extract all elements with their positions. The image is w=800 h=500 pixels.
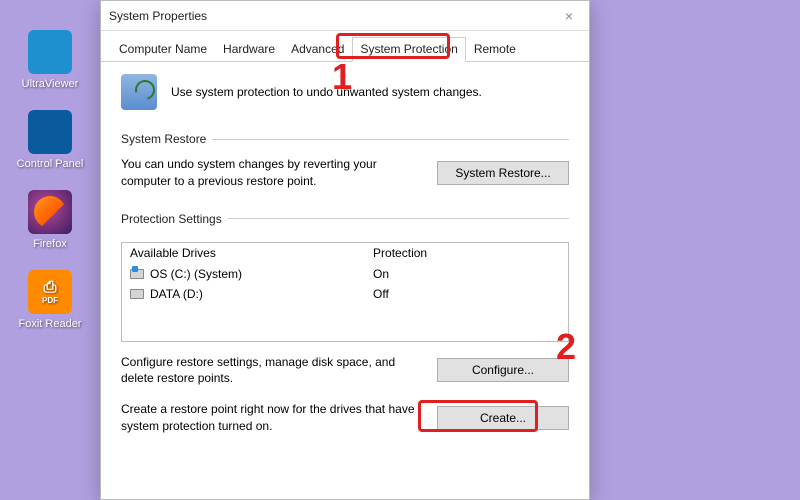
window-title: System Properties	[109, 9, 557, 23]
foxit-icon: ⎙PDF	[28, 270, 72, 314]
drives-header: Available Drives Protection	[122, 243, 568, 264]
system-properties-window: System Properties × Computer Name Hardwa…	[100, 0, 590, 500]
col-available-drives: Available Drives	[130, 246, 373, 260]
tab-hardware[interactable]: Hardware	[215, 37, 283, 61]
drive-name: OS (C:) (System)	[150, 267, 242, 281]
protection-settings-legend: Protection Settings	[121, 212, 228, 226]
firefox-icon	[28, 190, 72, 234]
tab-system-protection[interactable]: System Protection	[352, 37, 465, 62]
drive-row-data[interactable]: DATA (D:) Off	[122, 284, 568, 304]
drive-icon	[130, 269, 144, 279]
desktop-icon-ultraviewer[interactable]: UltraViewer	[10, 30, 90, 90]
desktop-icon-firefox[interactable]: Firefox	[10, 190, 90, 250]
system-protection-icon	[121, 74, 157, 110]
drive-status: On	[373, 267, 560, 281]
restore-desc: You can undo system changes by reverting…	[121, 156, 421, 190]
close-icon[interactable]: ×	[557, 7, 581, 25]
titlebar[interactable]: System Properties ×	[101, 1, 589, 31]
desktop-icon-control-panel[interactable]: Control Panel	[10, 110, 90, 170]
desktop-icon-label: Foxit Reader	[19, 318, 82, 330]
drive-status: Off	[373, 287, 560, 301]
desktop: UltraViewer Control Panel Firefox ⎙PDF F…	[0, 0, 100, 500]
desktop-icon-label: Firefox	[33, 238, 67, 250]
desktop-icon-label: Control Panel	[17, 158, 84, 170]
ultraviewer-icon	[28, 30, 72, 74]
configure-desc: Configure restore settings, manage disk …	[121, 354, 421, 388]
tab-advanced[interactable]: Advanced	[283, 37, 352, 61]
intro-row: Use system protection to undo unwanted s…	[121, 74, 569, 110]
system-restore-legend: System Restore	[121, 132, 212, 146]
tab-strip: Computer Name Hardware Advanced System P…	[101, 31, 589, 62]
desktop-icon-foxit[interactable]: ⎙PDF Foxit Reader	[10, 270, 90, 330]
desktop-icon-label: UltraViewer	[22, 78, 79, 90]
create-button[interactable]: Create...	[437, 406, 569, 430]
system-restore-group: System Restore You can undo system chang…	[121, 132, 569, 196]
col-protection: Protection	[373, 246, 560, 260]
configure-button[interactable]: Configure...	[437, 358, 569, 382]
drive-icon	[130, 289, 144, 299]
tab-computer-name[interactable]: Computer Name	[111, 37, 215, 61]
drive-name: DATA (D:)	[150, 287, 203, 301]
control-panel-icon	[28, 110, 72, 154]
tab-content: Use system protection to undo unwanted s…	[101, 62, 589, 499]
system-restore-button[interactable]: System Restore...	[437, 161, 569, 185]
intro-text: Use system protection to undo unwanted s…	[171, 85, 482, 99]
protection-settings-group: Protection Settings Available Drives Pro…	[121, 212, 569, 441]
tab-remote[interactable]: Remote	[466, 37, 524, 61]
drives-list[interactable]: Available Drives Protection OS (C:) (Sys…	[121, 242, 569, 342]
create-desc: Create a restore point right now for the…	[121, 401, 421, 435]
drive-row-os[interactable]: OS (C:) (System) On	[122, 264, 568, 284]
